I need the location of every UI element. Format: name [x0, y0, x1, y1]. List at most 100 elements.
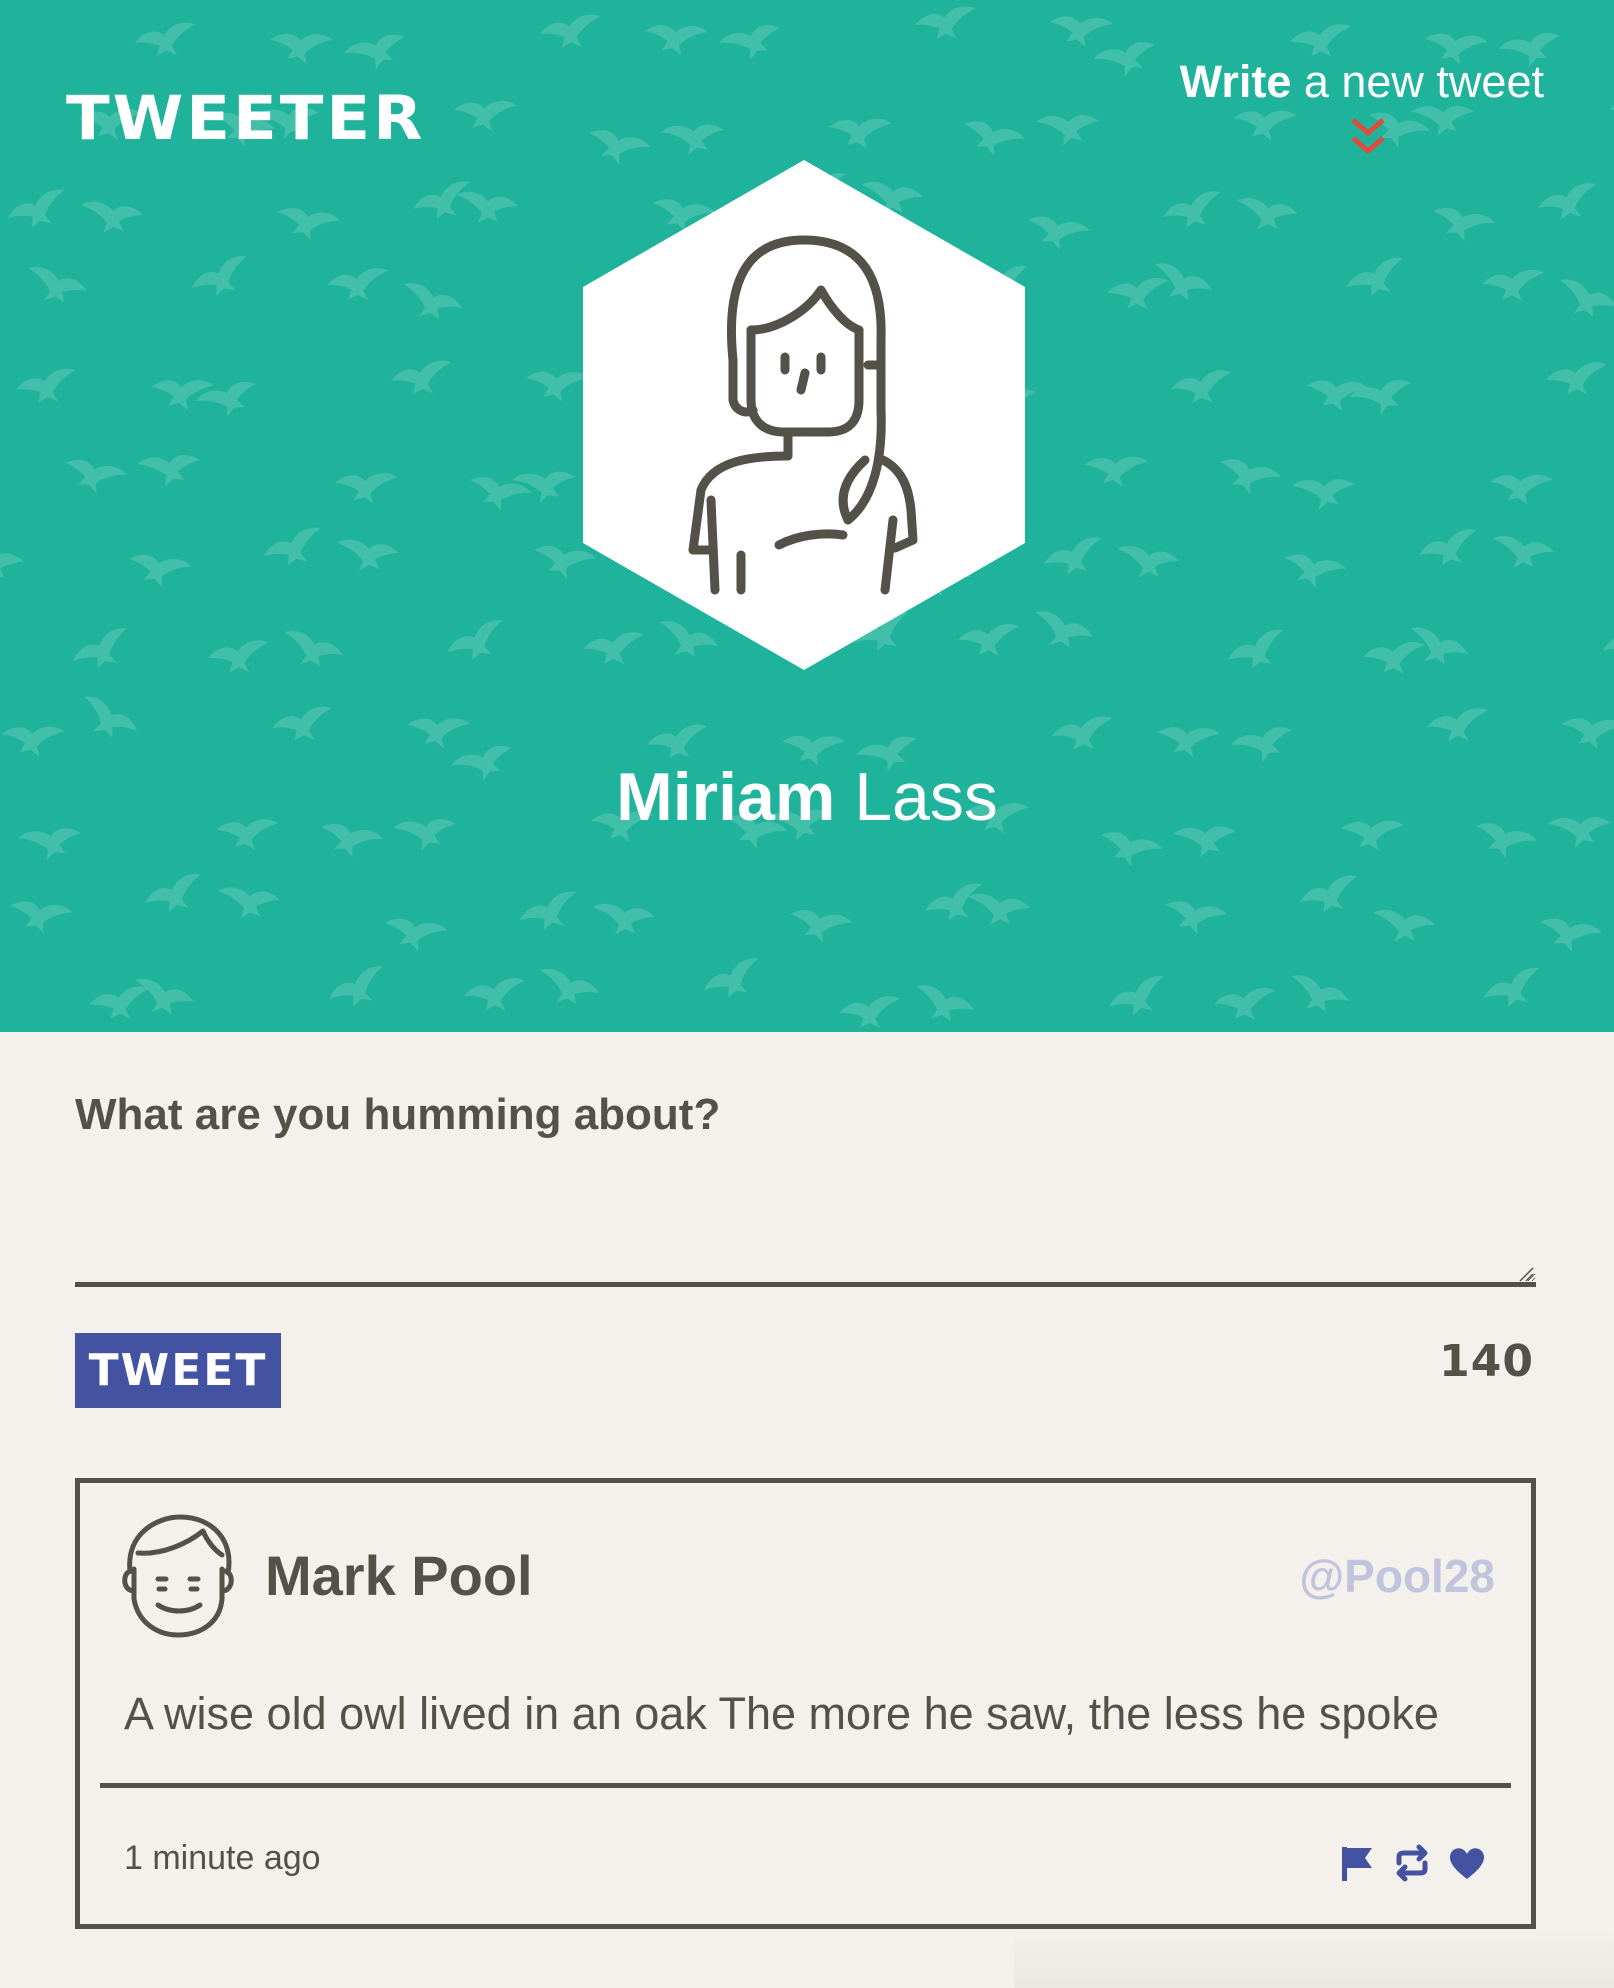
bird-shape	[913, 5, 979, 43]
bird-shape	[1288, 23, 1354, 60]
bird-shape	[1481, 269, 1545, 302]
bird-shape	[1212, 449, 1283, 503]
tweet-text: A wise old owl lived in an oak The more …	[124, 1688, 1439, 1739]
bird-shape	[206, 639, 272, 676]
bird-shape	[1534, 181, 1603, 226]
bird-shape	[136, 446, 205, 492]
bird-shape	[1534, 909, 1603, 960]
profile-last-name: Lass	[835, 759, 998, 835]
bird-shape	[1153, 719, 1221, 762]
bird-shape	[1415, 527, 1484, 573]
bird-shape	[267, 26, 334, 68]
tweet-input[interactable]	[75, 1160, 1536, 1287]
bird-shape	[67, 625, 138, 678]
bird-shape	[1223, 627, 1293, 678]
bird-shape	[1426, 198, 1496, 250]
bird-shape	[1092, 32, 1162, 85]
bird-shape	[1159, 892, 1229, 942]
double-chevron-down-icon[interactable]	[1349, 116, 1387, 160]
bird-shape	[409, 179, 478, 227]
bird-shape	[87, 985, 153, 1023]
bird-shape	[1040, 535, 1109, 582]
bird-shape	[1106, 277, 1170, 311]
bird-shape	[1479, 965, 1549, 1016]
bird-shape	[645, 723, 711, 763]
tweet-button[interactable]: TWEET	[75, 1333, 281, 1408]
heart-icon[interactable]	[1447, 1843, 1487, 1883]
bird-shape	[1487, 468, 1554, 508]
profile-first-name: Miriam	[616, 759, 836, 835]
bird-shape	[5, 893, 74, 940]
bird-shape	[1235, 197, 1299, 232]
flag-icon[interactable]	[1338, 1843, 1378, 1883]
bird-shape	[523, 364, 590, 406]
bird-shape	[1083, 451, 1149, 490]
bird-shape	[260, 525, 329, 574]
bird-shape	[1022, 207, 1091, 258]
bird-shape	[1231, 104, 1298, 144]
bird-shape	[397, 281, 466, 326]
resize-handle-icon[interactable]	[1518, 1266, 1534, 1282]
compose-label: What are you humming about?	[75, 1090, 721, 1139]
character-counter: 140	[1439, 1336, 1534, 1387]
bird-shape	[784, 901, 854, 950]
bird-shape	[717, 15, 788, 69]
bird-shape	[1028, 609, 1097, 655]
bird-shape	[1598, 619, 1614, 669]
bird-shape	[389, 359, 455, 399]
bird-shape	[1552, 277, 1614, 325]
bird-shape	[909, 983, 978, 1028]
bird-shape	[58, 450, 128, 502]
bird-shape	[13, 367, 81, 408]
bird-shape	[1291, 471, 1359, 514]
bird-shape	[1169, 369, 1235, 407]
tweet-divider	[100, 1783, 1511, 1788]
bird-shape	[1362, 641, 1426, 675]
app-logo[interactable]: TWEETER	[66, 84, 425, 154]
bird-shape	[129, 977, 197, 1020]
bird-shape	[462, 977, 528, 1014]
bird-shape	[140, 871, 210, 921]
retweet-icon[interactable]	[1392, 1843, 1432, 1883]
bird-shape	[452, 96, 517, 134]
bird-shape	[73, 693, 143, 748]
tweet-timestamp: 1 minute ago	[124, 1839, 321, 1877]
bird-shape	[4, 187, 73, 236]
bird-shape	[593, 903, 655, 935]
write-link-bold: Write	[1179, 56, 1292, 107]
bird-shape	[342, 24, 413, 79]
tweet-author-handle[interactable]: @Pool28	[1299, 1549, 1495, 1603]
bird-shape	[455, 191, 519, 224]
bird-shape	[956, 111, 1027, 165]
bird-shape	[326, 267, 391, 303]
bird-shape	[538, 13, 604, 52]
bird-shape	[269, 705, 337, 746]
bird-shape	[1213, 987, 1277, 1022]
bird-shape	[0, 720, 66, 760]
bird-shape	[1050, 715, 1116, 754]
bird-shape	[516, 889, 585, 938]
bird-shape	[133, 21, 199, 61]
bird-shape	[278, 629, 346, 673]
bird-shape	[1035, 107, 1103, 150]
man-avatar-icon	[122, 1514, 234, 1638]
profile-header: TWEETER Write a new tweet Miriam Lass	[0, 0, 1614, 1032]
bird-shape	[380, 910, 449, 958]
bird-shape	[1104, 973, 1174, 1024]
bird-shape	[641, 17, 709, 60]
bird-shape	[1425, 707, 1491, 745]
bird-shape	[967, 893, 1031, 926]
bird-shape	[1284, 973, 1353, 1019]
bird-shape	[1159, 189, 1228, 235]
bird-shape	[1544, 361, 1610, 398]
write-new-tweet-link[interactable]: Write a new tweet	[1180, 56, 1544, 108]
bird-shape	[660, 116, 728, 160]
bird-shape	[1116, 545, 1180, 579]
bird-shape	[187, 253, 257, 305]
bird-shape	[0, 548, 25, 582]
bird-shape	[272, 199, 342, 248]
bird-shape	[838, 995, 903, 1031]
tweet-author-name[interactable]: Mark Pool	[265, 1543, 533, 1608]
bird-shape	[1606, 95, 1614, 136]
bird-shape	[921, 881, 990, 929]
